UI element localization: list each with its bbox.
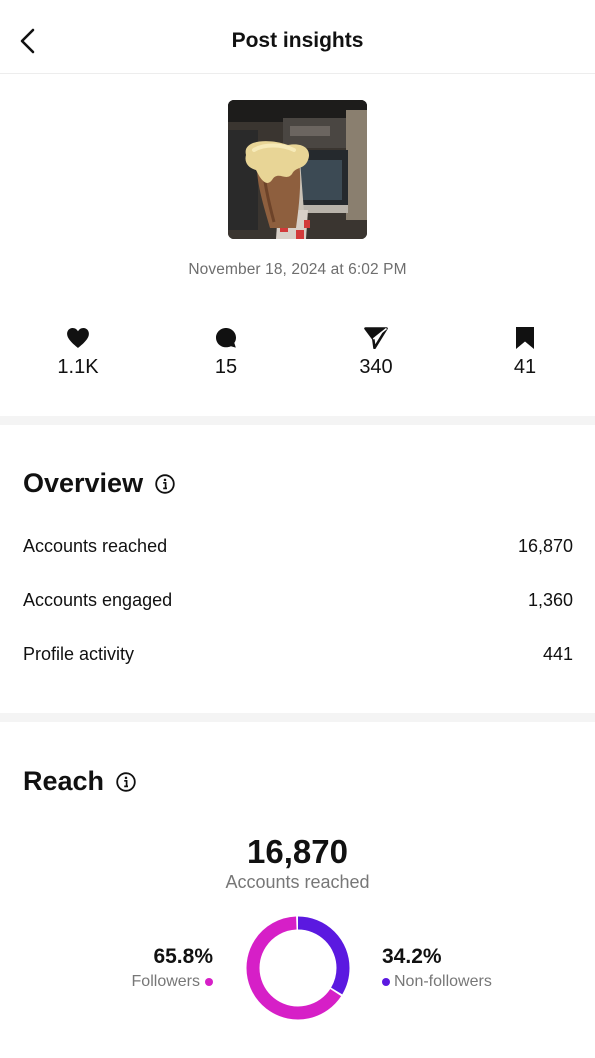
- saves-stat[interactable]: 41: [480, 324, 570, 379]
- section-divider: [0, 416, 595, 425]
- followers-dot: [205, 978, 213, 986]
- saves-count: 41: [513, 356, 537, 378]
- row-label: Profile activity: [23, 644, 135, 664]
- non-followers-percent: 34.2%: [382, 945, 442, 968]
- row-label: Accounts engaged: [23, 590, 173, 610]
- row-value: 1,360: [527, 590, 573, 610]
- header-bar: Post insights: [0, 0, 595, 74]
- comments-count: 15: [214, 356, 238, 378]
- share-icon: [364, 327, 388, 349]
- overview-row-profile-activity[interactable]: Profile activity 441: [23, 644, 573, 665]
- interaction-stats: 1.1K 15 340 41: [0, 324, 595, 384]
- followers-percent: 65.8%: [153, 945, 213, 968]
- info-icon[interactable]: [116, 771, 136, 792]
- section-divider: [0, 713, 595, 722]
- overview-row-accounts-reached[interactable]: Accounts reached 16,870: [23, 536, 573, 557]
- post-date: November 18, 2024 at 6:02 PM: [188, 261, 407, 278]
- post-thumbnail[interactable]: [228, 100, 367, 239]
- page-title: Post insights: [231, 29, 364, 52]
- non-followers-dot: [382, 978, 390, 986]
- reach-donut-chart: [246, 916, 350, 1020]
- info-icon[interactable]: [155, 473, 175, 494]
- overview-row-accounts-engaged[interactable]: Accounts engaged 1,360: [23, 590, 573, 611]
- bookmark-icon: [516, 327, 534, 349]
- non-followers-legend: 34.2% Non-followers: [382, 945, 492, 991]
- followers-segment: [246, 916, 350, 1020]
- shares-stat[interactable]: 340: [331, 324, 421, 379]
- post-image: [228, 100, 367, 239]
- reach-title: Reach: [23, 766, 105, 796]
- likes-count: 1.1K: [57, 356, 99, 378]
- comments-stat[interactable]: 15: [181, 324, 271, 379]
- comment-icon: [216, 328, 236, 348]
- non-followers-label: Non-followers: [394, 973, 492, 990]
- reach-section-title: Reach: [23, 766, 136, 797]
- shares-count: 340: [359, 356, 393, 378]
- followers-label: Followers: [131, 973, 200, 990]
- reach-total-label: Accounts reached: [225, 872, 370, 892]
- overview-section-title: Overview: [23, 468, 175, 499]
- followers-legend: 65.8% Followers: [132, 945, 213, 991]
- row-value: 441: [542, 644, 573, 664]
- heart-icon: [67, 328, 89, 348]
- likes-stat[interactable]: 1.1K: [33, 324, 123, 379]
- row-value: 16,870: [517, 536, 573, 556]
- overview-title: Overview: [23, 468, 144, 498]
- row-label: Accounts reached: [23, 536, 168, 556]
- reach-total: 16,870: [247, 833, 348, 870]
